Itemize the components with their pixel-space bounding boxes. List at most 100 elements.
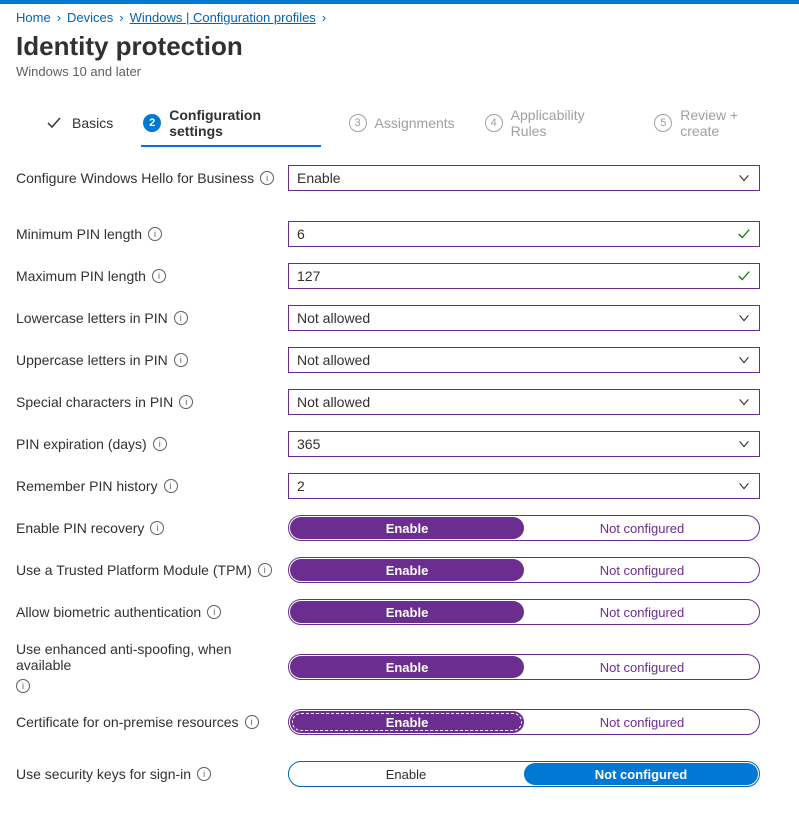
max-pin-input[interactable]: 127: [288, 263, 760, 289]
row-certificate: Certificate for on-premise resources i E…: [16, 709, 783, 735]
security-keys-toggle[interactable]: Enable Not configured: [288, 761, 760, 787]
field-label: Uppercase letters in PIN: [16, 352, 168, 368]
select-value: Enable: [297, 170, 341, 186]
toggle-option-not-configured: Not configured: [524, 763, 758, 785]
info-icon[interactable]: i: [153, 437, 167, 451]
pin-history-select[interactable]: 2: [288, 473, 760, 499]
field-label: Use security keys for sign-in: [16, 766, 191, 782]
toggle-option-not-configured: Not configured: [525, 558, 759, 582]
toggle-option-enable: Enable: [290, 601, 524, 623]
input-value: 127: [297, 268, 320, 284]
settings-form: Configure Windows Hello for Business i E…: [0, 147, 799, 821]
tab-assignments[interactable]: 3 Assignments: [347, 106, 457, 140]
tab-configuration-settings[interactable]: 2 Configuration settings: [141, 99, 320, 147]
step-badge: 3: [349, 114, 367, 132]
special-pin-select[interactable]: Not allowed: [288, 389, 760, 415]
checkmark-icon: [737, 227, 751, 241]
breadcrumb-home[interactable]: Home: [16, 10, 51, 25]
lowercase-pin-select[interactable]: Not allowed: [288, 305, 760, 331]
info-icon[interactable]: i: [260, 171, 274, 185]
page-title: Identity protection: [16, 31, 783, 62]
row-configure-hello: Configure Windows Hello for Business i E…: [16, 165, 783, 191]
info-icon[interactable]: i: [174, 353, 188, 367]
info-icon[interactable]: i: [152, 269, 166, 283]
row-pin-recovery: Enable PIN recovery i Enable Not configu…: [16, 515, 783, 541]
configure-hello-select[interactable]: Enable: [288, 165, 760, 191]
row-special-pin: Special characters in PIN i Not allowed: [16, 389, 783, 415]
tab-label: Basics: [72, 115, 113, 131]
chevron-down-icon: [737, 395, 751, 409]
toggle-option-enable: Enable: [289, 762, 523, 786]
field-label: Remember PIN history: [16, 478, 158, 494]
checkmark-icon: [737, 269, 751, 283]
toggle-option-enable: Enable: [290, 559, 524, 581]
row-security-keys: Use security keys for sign-in i Enable N…: [16, 761, 783, 787]
field-label: Lowercase letters in PIN: [16, 310, 168, 326]
row-anti-spoofing: Use enhanced anti-spoofing, when availab…: [16, 641, 783, 693]
toggle-option-not-configured: Not configured: [525, 600, 759, 624]
pin-expiration-select[interactable]: 365: [288, 431, 760, 457]
field-label: Configure Windows Hello for Business: [16, 170, 254, 186]
row-use-tpm: Use a Trusted Platform Module (TPM) i En…: [16, 557, 783, 583]
breadcrumb-devices[interactable]: Devices: [67, 10, 113, 25]
toggle-option-enable: Enable: [290, 711, 524, 733]
info-icon[interactable]: i: [16, 679, 30, 693]
anti-spoofing-toggle[interactable]: Enable Not configured: [288, 654, 760, 680]
chevron-right-icon: ›: [322, 10, 326, 25]
tab-basics[interactable]: Basics: [44, 106, 115, 140]
step-badge: 5: [654, 114, 672, 132]
field-label: PIN expiration (days): [16, 436, 147, 452]
chevron-down-icon: [737, 311, 751, 325]
row-uppercase-pin: Uppercase letters in PIN i Not allowed: [16, 347, 783, 373]
field-label: Use a Trusted Platform Module (TPM): [16, 562, 252, 578]
select-value: Not allowed: [297, 310, 370, 326]
toggle-option-enable: Enable: [290, 656, 524, 678]
info-icon[interactable]: i: [207, 605, 221, 619]
info-icon[interactable]: i: [258, 563, 272, 577]
info-icon[interactable]: i: [179, 395, 193, 409]
breadcrumb: Home › Devices › Windows | Configuration…: [0, 4, 799, 27]
chevron-down-icon: [737, 353, 751, 367]
toggle-option-enable: Enable: [290, 517, 524, 539]
min-pin-input[interactable]: 6: [288, 221, 760, 247]
wizard-tabs: Basics 2 Configuration settings 3 Assign…: [0, 99, 799, 147]
select-value: Not allowed: [297, 394, 370, 410]
uppercase-pin-select[interactable]: Not allowed: [288, 347, 760, 373]
row-max-pin: Maximum PIN length i 127: [16, 263, 783, 289]
chevron-down-icon: [737, 171, 751, 185]
info-icon[interactable]: i: [164, 479, 178, 493]
certificate-toggle[interactable]: Enable Not configured: [288, 709, 760, 735]
info-icon[interactable]: i: [197, 767, 211, 781]
select-value: 2: [297, 478, 305, 494]
toggle-option-not-configured: Not configured: [525, 516, 759, 540]
chevron-right-icon: ›: [57, 10, 61, 25]
row-lowercase-pin: Lowercase letters in PIN i Not allowed: [16, 305, 783, 331]
page-subtitle: Windows 10 and later: [16, 64, 783, 79]
field-label: Certificate for on-premise resources: [16, 714, 239, 730]
info-icon[interactable]: i: [150, 521, 164, 535]
breadcrumb-configuration-profiles[interactable]: Windows | Configuration profiles: [130, 10, 316, 25]
chevron-down-icon: [737, 437, 751, 451]
tab-applicability-rules[interactable]: 4 Applicability Rules: [483, 99, 627, 147]
tab-review-create[interactable]: 5 Review + create: [652, 99, 783, 147]
tab-label: Applicability Rules: [511, 107, 625, 139]
input-value: 6: [297, 226, 305, 242]
info-icon[interactable]: i: [148, 227, 162, 241]
field-label: Special characters in PIN: [16, 394, 173, 410]
info-icon[interactable]: i: [174, 311, 188, 325]
pin-recovery-toggle[interactable]: Enable Not configured: [288, 515, 760, 541]
select-value: 365: [297, 436, 320, 452]
row-biometric: Allow biometric authentication i Enable …: [16, 599, 783, 625]
toggle-option-not-configured: Not configured: [525, 655, 759, 679]
biometric-toggle[interactable]: Enable Not configured: [288, 599, 760, 625]
field-label: Allow biometric authentication: [16, 604, 201, 620]
chevron-down-icon: [737, 479, 751, 493]
toggle-option-not-configured: Not configured: [525, 710, 759, 734]
row-pin-expiration: PIN expiration (days) i 365: [16, 431, 783, 457]
field-label: Enable PIN recovery: [16, 520, 144, 536]
use-tpm-toggle[interactable]: Enable Not configured: [288, 557, 760, 583]
info-icon[interactable]: i: [245, 715, 259, 729]
step-badge: 4: [485, 114, 503, 132]
tab-label: Review + create: [680, 107, 781, 139]
field-label: Maximum PIN length: [16, 268, 146, 284]
